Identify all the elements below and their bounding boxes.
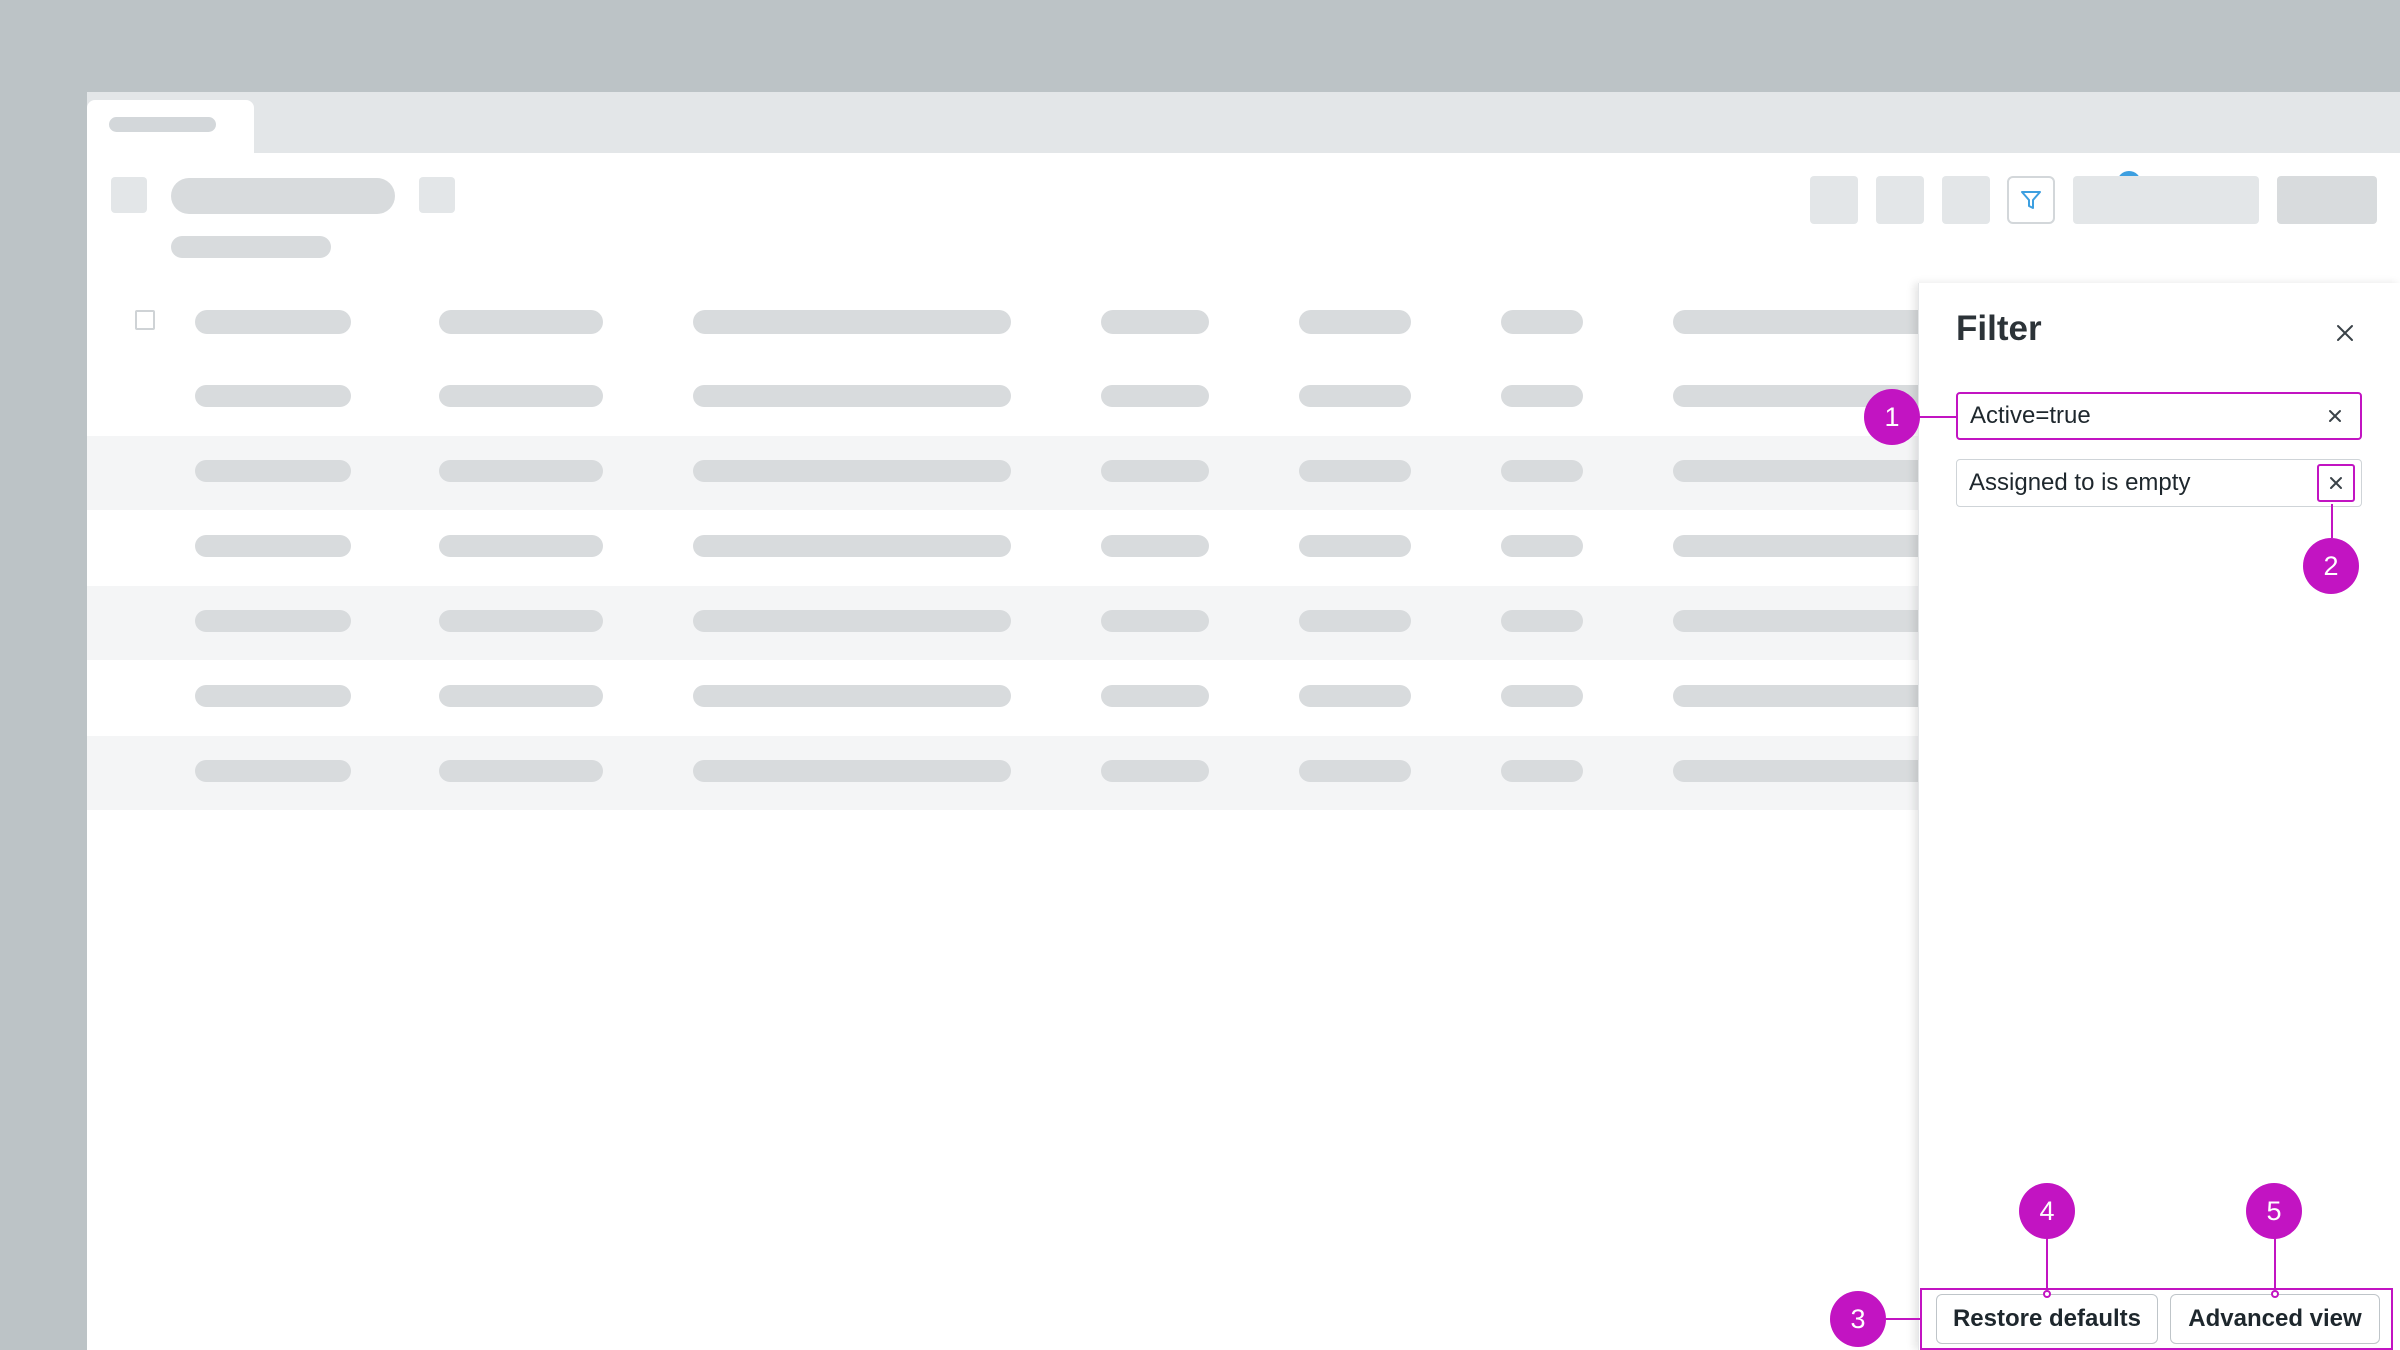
- cell-placeholder: [439, 760, 603, 782]
- cell-placeholder: [1673, 685, 1933, 707]
- cell-placeholder: [693, 685, 1011, 707]
- remove-filter-button[interactable]: [2316, 397, 2354, 435]
- callout-badge-4: 4: [2019, 1183, 2075, 1239]
- cell-placeholder: [693, 760, 1011, 782]
- column-header-placeholder[interactable]: [439, 310, 603, 334]
- cell-placeholder: [1501, 535, 1583, 557]
- cell-placeholder: [195, 685, 351, 707]
- cell-placeholder: [1101, 385, 1209, 407]
- cell-placeholder: [1501, 760, 1583, 782]
- callout-badge-5: 5: [2246, 1183, 2302, 1239]
- cell-placeholder: [439, 535, 603, 557]
- cell-placeholder: [1501, 460, 1583, 482]
- callout-anchor: [2271, 1290, 2279, 1298]
- advanced-view-button[interactable]: Advanced view: [2170, 1294, 2380, 1344]
- restore-defaults-button[interactable]: Restore defaults: [1936, 1294, 2158, 1344]
- page-title-placeholder: [171, 178, 395, 214]
- toolbar-button-placeholder[interactable]: [1810, 176, 1858, 224]
- callout-connector: [2331, 504, 2333, 538]
- filter-chip-label: Assigned to is empty: [1969, 469, 2191, 496]
- cell-placeholder: [1501, 385, 1583, 407]
- toolbar-button-placeholder[interactable]: [1942, 176, 1990, 224]
- close-icon: [2337, 325, 2353, 341]
- back-button-placeholder[interactable]: [111, 177, 147, 213]
- cell-placeholder: [195, 535, 351, 557]
- cell-placeholder: [195, 760, 351, 782]
- cell-placeholder: [1501, 685, 1583, 707]
- callout-connector: [1886, 1318, 1920, 1320]
- column-header-placeholder[interactable]: [693, 310, 1011, 334]
- cell-placeholder: [1101, 610, 1209, 632]
- cell-placeholder: [1299, 610, 1411, 632]
- cell-placeholder: [195, 610, 351, 632]
- callout-connector: [2046, 1238, 2048, 1290]
- cell-placeholder: [693, 610, 1011, 632]
- title-action-placeholder[interactable]: [419, 177, 455, 213]
- tab-bar: [87, 92, 2400, 153]
- select-all-checkbox[interactable]: [135, 310, 155, 330]
- column-header-placeholder[interactable]: [195, 310, 351, 334]
- cell-placeholder: [1299, 685, 1411, 707]
- filter-chip[interactable]: Assigned to is empty: [1956, 459, 2362, 507]
- cell-placeholder: [693, 535, 1011, 557]
- cell-placeholder: [1299, 535, 1411, 557]
- cell-placeholder: [693, 385, 1011, 407]
- filter-icon: [2021, 191, 2041, 209]
- callout-badge-1: 1: [1864, 389, 1920, 445]
- toolbar-button-placeholder[interactable]: [1876, 176, 1924, 224]
- cell-placeholder: [439, 610, 603, 632]
- toolbar-primary-button-placeholder[interactable]: [2277, 176, 2377, 224]
- column-header-placeholder[interactable]: [1101, 310, 1209, 334]
- cell-placeholder: [1101, 460, 1209, 482]
- cell-placeholder: [1101, 685, 1209, 707]
- cell-placeholder: [693, 460, 1011, 482]
- cell-placeholder: [195, 460, 351, 482]
- column-header-placeholder[interactable]: [1501, 310, 1583, 334]
- callout-badge-3: 3: [1830, 1291, 1886, 1347]
- filter-panel: Filter Active=true Assigned to is empty: [1918, 283, 2400, 1350]
- callout-anchor: [2043, 1290, 2051, 1298]
- cell-placeholder: [1673, 610, 1933, 632]
- cell-placeholder: [1101, 760, 1209, 782]
- cell-placeholder: [439, 685, 603, 707]
- filter-button[interactable]: [2007, 176, 2055, 224]
- column-header-placeholder[interactable]: [1673, 310, 1933, 334]
- cell-placeholder: [1299, 385, 1411, 407]
- remove-filter-button[interactable]: [2317, 464, 2355, 502]
- close-icon: [2330, 477, 2342, 489]
- cell-placeholder: [195, 385, 351, 407]
- active-tab[interactable]: [87, 100, 254, 153]
- cell-placeholder: [1673, 460, 1933, 482]
- close-panel-button[interactable]: [2331, 319, 2359, 347]
- tab-label-placeholder: [109, 117, 216, 132]
- close-icon: [2329, 410, 2341, 422]
- cell-placeholder: [1501, 610, 1583, 632]
- cell-placeholder: [1673, 535, 1933, 557]
- callout-badge-2: 2: [2303, 538, 2359, 594]
- cell-placeholder: [439, 385, 603, 407]
- callout-connector: [2274, 1238, 2276, 1290]
- cell-placeholder: [439, 460, 603, 482]
- cell-placeholder: [1299, 460, 1411, 482]
- subtitle-placeholder: [171, 236, 331, 258]
- filter-chip-label: Active=true: [1970, 402, 2091, 429]
- filter-chip[interactable]: Active=true: [1956, 392, 2362, 440]
- filter-panel-title: Filter: [1956, 309, 2042, 348]
- callout-connector: [1918, 416, 1956, 418]
- cell-placeholder: [1101, 535, 1209, 557]
- cell-placeholder: [1673, 760, 1933, 782]
- column-header-placeholder[interactable]: [1299, 310, 1411, 334]
- cell-placeholder: [1299, 760, 1411, 782]
- toolbar-wide-button-placeholder[interactable]: [2073, 176, 2259, 224]
